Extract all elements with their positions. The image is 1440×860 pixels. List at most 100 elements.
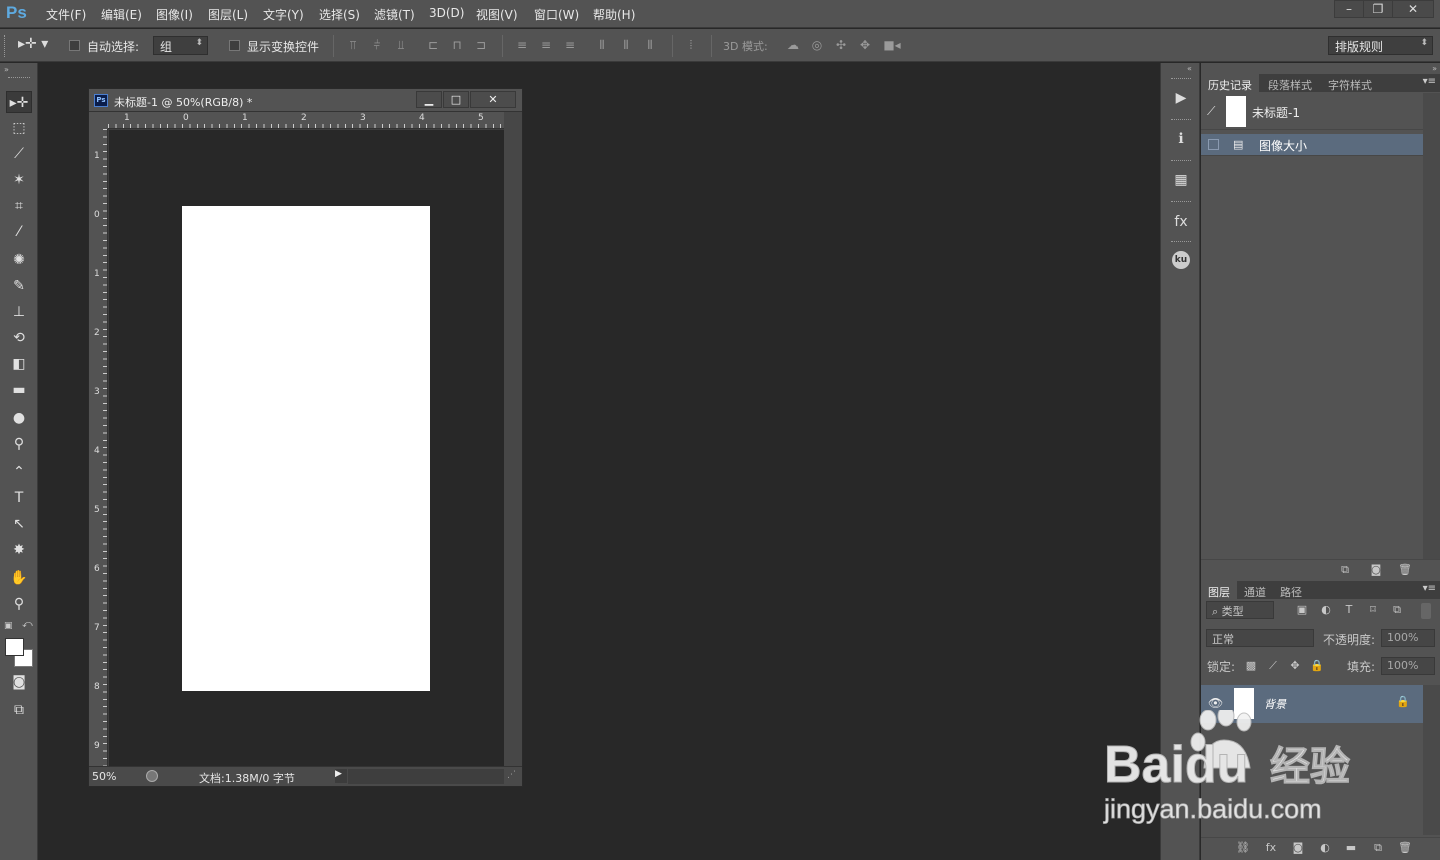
add-style-fx-icon[interactable]: fx: [1263, 841, 1279, 855]
lock-transparent-icon[interactable]: ▩: [1243, 659, 1259, 673]
distribute-bottom-icon[interactable]: ≡: [563, 38, 577, 52]
new-document-from-state-icon[interactable]: ⧉: [1337, 563, 1353, 577]
new-snapshot-camera-icon[interactable]: ◙: [1368, 563, 1384, 577]
panel-menu-icon[interactable]: ▾≡: [1423, 76, 1436, 87]
app-close-button[interactable]: ✕: [1392, 0, 1434, 18]
resize-grip-icon[interactable]: ⋰: [507, 770, 516, 780]
magic-wand-tool-icon[interactable]: ✶: [6, 169, 32, 191]
delete-state-trash-icon[interactable]: 🗑: [1397, 563, 1413, 577]
filter-toggle-switch[interactable]: [1421, 603, 1431, 619]
path-selection-tool-icon[interactable]: ↖: [6, 513, 32, 535]
align-bottom-icon[interactable]: ⫫: [394, 38, 408, 52]
lock-all-icon[interactable]: 🔒: [1309, 659, 1325, 673]
auto-select-dropdown[interactable]: 组 ⬍: [153, 36, 208, 55]
auto-select-checkbox[interactable]: [69, 40, 80, 51]
blend-mode-dropdown[interactable]: 正常: [1206, 629, 1314, 647]
menu-select[interactable]: 选择(S): [319, 6, 360, 23]
align-vcenter-icon[interactable]: ⫩: [370, 38, 384, 52]
menu-layer[interactable]: 图层(L): [208, 6, 248, 23]
align-right-icon[interactable]: ⊐: [474, 38, 488, 52]
ruler-origin[interactable]: [89, 112, 108, 129]
menu-3d[interactable]: 3D(D): [429, 6, 464, 20]
add-mask-icon[interactable]: ◙: [1290, 841, 1306, 855]
zoom-level[interactable]: 50%: [92, 770, 116, 783]
swap-colors-icon[interactable]: ⤺: [22, 619, 33, 630]
filter-shape-icon[interactable]: ⌑: [1365, 603, 1381, 617]
foreground-color-swatch[interactable]: [5, 638, 24, 656]
3d-slide-icon[interactable]: ✥: [858, 38, 872, 52]
lock-image-brush-icon[interactable]: ⟋: [1265, 659, 1281, 673]
panel-grip[interactable]: [1171, 78, 1191, 81]
history-snapshot[interactable]: ⟋ 未标题-1: [1201, 93, 1423, 130]
opacity-input[interactable]: 100%: [1381, 629, 1435, 647]
align-left-icon[interactable]: ⊏: [426, 38, 440, 52]
menu-image[interactable]: 图像(I): [156, 6, 193, 23]
new-adjustment-icon[interactable]: ◐: [1317, 841, 1333, 855]
document-canvas[interactable]: [182, 206, 430, 691]
move-tool-icon[interactable]: ▸✛: [6, 91, 32, 113]
tab-history[interactable]: 历史记录: [1201, 74, 1259, 92]
workspace-dropdown[interactable]: 排版规则 ⬍: [1328, 36, 1433, 55]
status-menu-arrow-icon[interactable]: ▶: [335, 769, 347, 783]
swatches-grid-icon[interactable]: ▦: [1170, 169, 1192, 191]
tab-character-styles[interactable]: 字符样式: [1321, 74, 1379, 92]
pen-tool-icon[interactable]: ⌃: [6, 461, 32, 483]
horizontal-scrollbar[interactable]: [348, 769, 504, 784]
default-colors-icon[interactable]: ▣: [4, 621, 13, 631]
distribute-vcenter-icon[interactable]: ≡: [539, 38, 553, 52]
eyedropper-tool-icon[interactable]: ⁄: [6, 221, 32, 243]
layers-scrollbar[interactable]: [1423, 685, 1440, 835]
panel-grip[interactable]: [1171, 160, 1191, 163]
filter-adjustment-icon[interactable]: ◐: [1318, 603, 1334, 617]
panel-grip[interactable]: [1171, 119, 1191, 122]
dodge-tool-icon[interactable]: ⚲: [6, 433, 32, 455]
collapse-panel-icon[interactable]: »: [1432, 64, 1437, 73]
toolbar-grip[interactable]: [8, 77, 30, 78]
new-layer-icon[interactable]: ⧉: [1370, 841, 1386, 855]
layer-filter-dropdown[interactable]: ⌕ 类型: [1206, 601, 1274, 619]
status-info-icon[interactable]: [146, 770, 158, 782]
doc-minimize-button[interactable]: ▁: [416, 91, 442, 108]
custom-shape-tool-icon[interactable]: ✸: [6, 539, 32, 561]
lock-position-icon[interactable]: ✥: [1287, 659, 1303, 673]
options-grip[interactable]: [4, 35, 8, 57]
history-state[interactable]: ▤ 图像大小: [1201, 134, 1423, 156]
styles-fx-icon[interactable]: fx: [1170, 211, 1192, 233]
panel-menu-icon[interactable]: ▾≡: [1423, 583, 1436, 594]
distribute-right-icon[interactable]: ⦀: [643, 38, 657, 52]
vertical-ruler[interactable]: 1 0 1 2 3 4 5 6 7 8 9: [89, 129, 108, 766]
clone-stamp-tool-icon[interactable]: ⊥: [6, 301, 32, 323]
move-tool-preset-icon[interactable]: ▸✛ ▾: [18, 36, 58, 56]
type-tool-icon[interactable]: T: [6, 487, 32, 509]
marquee-tool-icon[interactable]: ⬚: [6, 117, 32, 139]
history-source-checkbox[interactable]: [1208, 139, 1219, 150]
app-restore-button[interactable]: ❐: [1363, 0, 1393, 18]
tab-paragraph-styles[interactable]: 段落样式: [1261, 74, 1319, 92]
align-top-icon[interactable]: ⫪: [346, 38, 360, 52]
menu-view[interactable]: 视图(V): [476, 6, 518, 23]
crop-tool-icon[interactable]: ⌗: [6, 195, 32, 217]
horizontal-ruler[interactable]: 1 0 1 2 3 4 5: [108, 112, 504, 129]
hand-tool-icon[interactable]: ✋: [6, 567, 32, 589]
menu-type[interactable]: 文字(Y): [263, 6, 304, 23]
history-brush-source-icon[interactable]: ⟋: [1207, 104, 1215, 119]
eraser-tool-icon[interactable]: ◧: [6, 353, 32, 375]
distribute-top-icon[interactable]: ≡: [515, 38, 529, 52]
history-brush-tool-icon[interactable]: ⟲: [6, 327, 32, 349]
gradient-tool-icon[interactable]: ▬: [6, 379, 32, 401]
panel-grip[interactable]: [1171, 201, 1191, 204]
actions-play-icon[interactable]: ▶: [1170, 87, 1192, 109]
vertical-scrollbar[interactable]: [504, 112, 522, 766]
link-layers-icon[interactable]: ⛓: [1235, 841, 1251, 855]
blur-tool-icon[interactable]: ●: [6, 407, 32, 429]
3d-roll-icon[interactable]: ◎: [810, 38, 824, 52]
3d-drag-icon[interactable]: ✣: [834, 38, 848, 52]
layer-visibility-eye-icon[interactable]: 👁: [1208, 696, 1223, 710]
distribute-left-icon[interactable]: ⦀: [595, 38, 609, 52]
menu-window[interactable]: 窗口(W): [534, 6, 579, 23]
menu-edit[interactable]: 编辑(E): [101, 6, 142, 23]
kuler-icon[interactable]: ku: [1172, 251, 1190, 269]
filter-type-icon[interactable]: T: [1341, 603, 1357, 617]
distribute-hcenter-icon[interactable]: ⦀: [619, 38, 633, 52]
history-scrollbar[interactable]: [1423, 93, 1440, 559]
